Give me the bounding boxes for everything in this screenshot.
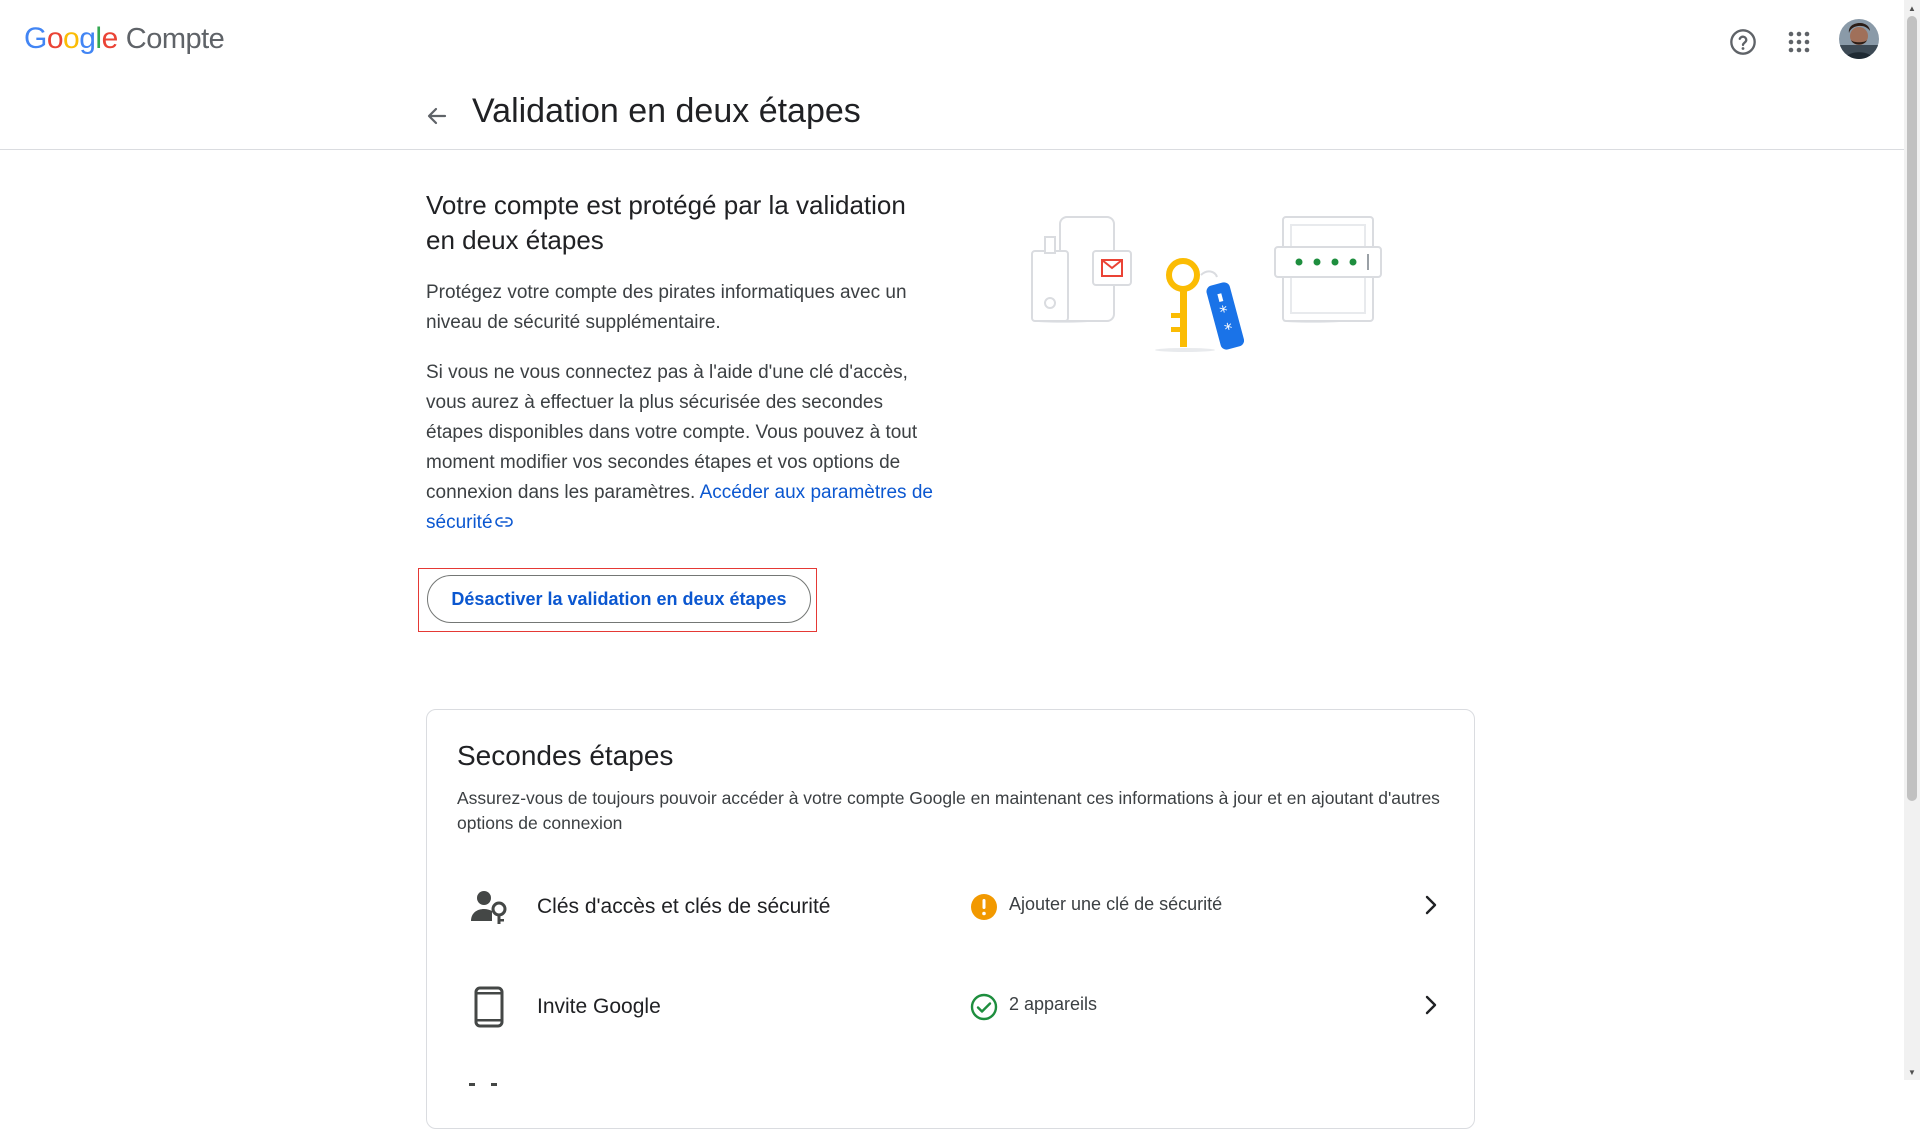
- apps-icon[interactable]: [1779, 22, 1819, 62]
- second-steps-description: Assurez-vous de toujours pouvoir accéder…: [457, 788, 1440, 833]
- phone-illustration-icon: [1031, 216, 1132, 323]
- scroll-up-arrow-icon[interactable]: ▲: [1904, 0, 1920, 16]
- vertical-scrollbar[interactable]: ▲ ▼: [1904, 0, 1920, 1080]
- logo-letter: o: [63, 22, 80, 55]
- intro-paragraph-1: Protégez votre compte des pirates inform…: [426, 282, 907, 333]
- highlight-box: Désactiver la validation en deux étapes: [418, 568, 817, 632]
- scroll-down-arrow-icon[interactable]: ▼: [1904, 1064, 1920, 1080]
- partial-next-row-icon: [467, 1076, 507, 1094]
- intro-paragraph-2: Si vous ne vous connectez pas à l'aide d…: [426, 358, 936, 538]
- passkeys-row[interactable]: Clés d'accès et clés de sécurité Ajouter…: [427, 857, 1474, 957]
- disable-2sv-button[interactable]: Désactiver la validation en deux étapes: [427, 575, 811, 623]
- page-title: Validation en deux étapes: [472, 92, 861, 130]
- protected-heading: Votre compte est protégé par la validati…: [426, 190, 906, 255]
- logo-letter: g: [79, 22, 96, 55]
- logo-letter: o: [46, 22, 64, 55]
- warning-icon: [970, 893, 998, 921]
- passkey-icon: [467, 885, 511, 929]
- chevron-right-icon: [1417, 991, 1445, 1019]
- security-key-illustration-icon: * *: [1155, 258, 1245, 352]
- link-icon: [494, 508, 513, 538]
- check-circle-icon: [970, 993, 998, 1021]
- second-steps-title: Secondes étapes: [457, 740, 674, 771]
- password-window-illustration-icon: [1274, 216, 1382, 323]
- account-avatar[interactable]: [1839, 19, 1879, 59]
- google-account-logo[interactable]: Google Compte: [24, 22, 225, 56]
- passkeys-status: Ajouter une clé de sécurité: [1009, 894, 1223, 914]
- 2sv-illustration: * *: [1005, 205, 1405, 365]
- google-prompt-row[interactable]: Invite Google 2 appareils: [427, 957, 1474, 1057]
- passkeys-label: Clés d'accès et clés de sécurité: [537, 895, 831, 918]
- logo-letter: e: [101, 22, 119, 55]
- intro-section: Votre compte est protégé par la validati…: [426, 188, 936, 558]
- product-name: Compte: [125, 23, 225, 55]
- google-prompt-status: 2 appareils: [1009, 994, 1098, 1014]
- google-wordmark: Google: [24, 22, 118, 56]
- back-arrow-icon[interactable]: [419, 98, 455, 134]
- chevron-right-icon: [1417, 891, 1445, 919]
- second-steps-card: Secondes étapes Assurez-vous de toujours…: [426, 709, 1475, 1129]
- scrollbar-thumb[interactable]: [1907, 16, 1917, 801]
- logo-letter: G: [24, 22, 47, 55]
- help-icon[interactable]: [1723, 22, 1763, 62]
- phone-icon: [467, 985, 511, 1029]
- top-bar: Google Compte: [0, 0, 1904, 80]
- google-prompt-label: Invite Google: [537, 995, 661, 1018]
- page-title-bar: Validation en deux étapes: [0, 80, 1904, 150]
